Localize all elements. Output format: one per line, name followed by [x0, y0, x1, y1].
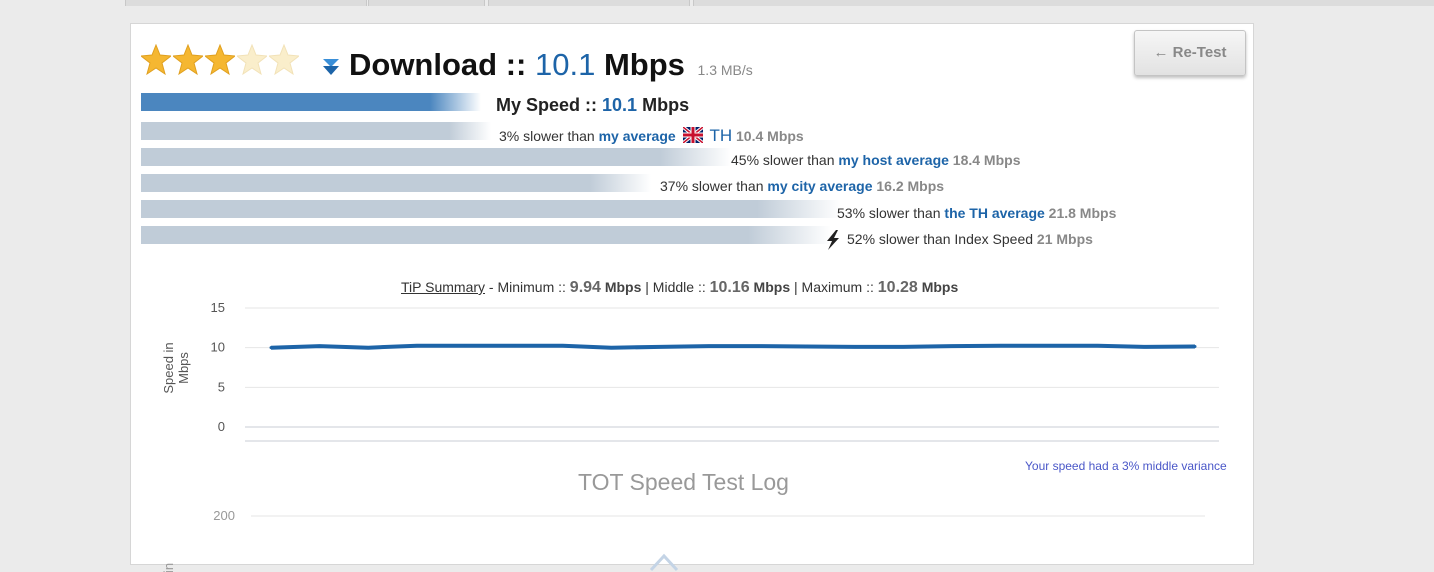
- browser-tab-strip: [0, 0, 1434, 6]
- speed-data-point: [1047, 344, 1051, 348]
- city-comparison-line: 37% slower than my city average 16.2 Mbp…: [660, 178, 944, 194]
- comparison-speed: 21.8 Mbps: [1048, 205, 1117, 221]
- star-filled-icon: [205, 44, 235, 76]
- speed-data-point: [512, 344, 516, 348]
- mid-unit: Mbps: [753, 279, 791, 295]
- speed-data-point: [1193, 344, 1197, 348]
- speed-data-point: [1144, 345, 1148, 349]
- speed-data-point: [950, 344, 954, 348]
- uk-flag-icon: [682, 127, 703, 143]
- min-label: - Minimum ::: [488, 279, 566, 295]
- rating-stars: [141, 44, 299, 76]
- y-tick-label: 15: [211, 300, 225, 315]
- my-speed-label: My Speed :: 10.1 Mbps: [496, 95, 689, 116]
- my-speed-unit: Mbps: [642, 95, 690, 115]
- headline-label: Download ::: [349, 47, 527, 82]
- average-comparison-line: 3% slower than my average TH 10.4 Mbps: [499, 126, 804, 146]
- download-headline: Download :: 10.1 Mbps 1.3 MB/s: [349, 47, 753, 83]
- star-empty-icon: [269, 44, 299, 76]
- speed-data-point: [707, 344, 711, 348]
- max-value: 10.28: [877, 279, 918, 296]
- chevron-up-icon: [649, 553, 679, 572]
- country-comparison-bar: [141, 200, 841, 218]
- speed-data-point: [464, 344, 468, 348]
- country-code: TH: [709, 126, 733, 145]
- my-speed-value: 10.1: [602, 95, 638, 115]
- my-speed-bar: [141, 93, 481, 111]
- min-unit: Mbps: [604, 279, 642, 295]
- lightning-icon: [827, 230, 839, 250]
- comparison-text: 3% slower than: [499, 128, 595, 144]
- city-average-link[interactable]: my city average: [767, 178, 872, 194]
- y-tick-label: 5: [218, 379, 225, 394]
- tip-summary: TiP Summary - Minimum :: 9.94 Mbps | Mid…: [401, 279, 958, 297]
- star-empty-icon: [237, 44, 267, 76]
- speed-data-point: [998, 344, 1002, 348]
- speed-data-point: [366, 346, 370, 350]
- comparison-speed: 21 Mbps: [1036, 231, 1093, 247]
- variance-note: Your speed had a 3% middle variance: [1025, 459, 1227, 473]
- comparison-text: 37% slower than: [660, 178, 764, 194]
- host-comparison-bar: [141, 148, 731, 166]
- tip-summary-link[interactable]: TiP Summary: [401, 279, 485, 295]
- tab-segment: [368, 0, 485, 6]
- speed-data-point: [1096, 344, 1100, 348]
- country-average-link[interactable]: the TH average: [944, 205, 1044, 221]
- y-tick-label: 0: [218, 419, 225, 434]
- min-value: 9.94: [569, 279, 601, 296]
- download-unit: Mbps: [603, 47, 685, 82]
- my-average-link[interactable]: my average: [599, 128, 676, 144]
- speed-data-point: [269, 346, 273, 350]
- comparison-speed: 16.2 Mbps: [876, 178, 945, 194]
- star-filled-icon: [173, 44, 203, 76]
- host-comparison-line: 45% slower than my host average 18.4 Mbp…: [731, 152, 1021, 168]
- retest-button[interactable]: ← Re-Test: [1134, 30, 1246, 76]
- speed-data-point: [755, 344, 759, 348]
- speed-data-point: [658, 345, 662, 349]
- download-arrow-icon: [323, 59, 339, 75]
- star-filled-icon: [141, 44, 171, 76]
- y-axis-label: Speed inMbps: [161, 342, 191, 393]
- my-speed-text: My Speed ::: [496, 95, 598, 115]
- comparison-speed: 18.4 Mbps: [952, 152, 1021, 168]
- city-comparison-bar: [141, 174, 651, 192]
- mid-value: 10.16: [709, 279, 750, 296]
- max-unit: Mbps: [921, 279, 959, 295]
- country-comparison-line: 53% slower than the TH average 21.8 Mbps: [837, 205, 1116, 221]
- speed-data-point: [853, 345, 857, 349]
- speed-data-point: [901, 345, 905, 349]
- speed-data-point: [804, 344, 808, 348]
- speed-data-point: [561, 344, 565, 348]
- index-comparison-bar: [141, 226, 831, 244]
- y-tick-label: 200: [213, 508, 235, 523]
- tab-segment: [488, 0, 690, 6]
- speed-log-title: TOT Speed Test Log: [578, 469, 789, 495]
- speed-line-chart: 15 10 5 0 Speed inMbps: [161, 300, 1219, 442]
- tab-segment: [693, 0, 1434, 6]
- comparison-text: 52% slower than Index Speed: [847, 231, 1034, 247]
- max-label: | Maximum ::: [794, 279, 874, 295]
- y-tick-label: 10: [211, 340, 225, 355]
- download-mbs: 1.3 MB/s: [697, 62, 753, 78]
- comparison-text: 53% slower than: [837, 205, 941, 221]
- speed-series-line: [270, 343, 1196, 350]
- comparison-text: 45% slower than: [731, 152, 835, 168]
- mid-label: | Middle ::: [645, 279, 706, 295]
- download-value: 10.1: [534, 47, 596, 82]
- tab-segment: [125, 0, 367, 6]
- speed-data-point: [609, 346, 613, 350]
- speed-log-chart: 200 in: [161, 508, 1205, 572]
- speed-data-point: [318, 344, 322, 348]
- y-axis-label: in: [161, 563, 176, 572]
- average-comparison-bar: [141, 122, 491, 140]
- host-average-link[interactable]: my host average: [838, 152, 949, 168]
- comparison-speed: 10.4 Mbps: [736, 128, 804, 144]
- speed-data-point: [415, 344, 419, 348]
- speed-result-panel: Download :: 10.1 Mbps 1.3 MB/s ← Re-Test…: [130, 23, 1254, 572]
- index-comparison-line: 52% slower than Index Speed 21 Mbps: [847, 231, 1093, 247]
